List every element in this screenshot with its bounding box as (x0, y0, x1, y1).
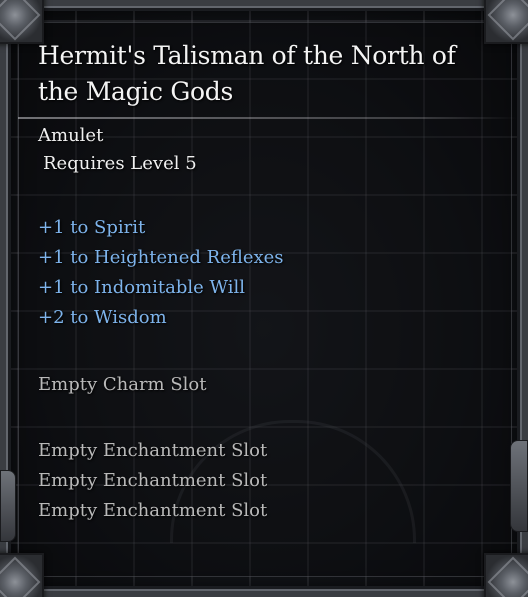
corner-ornament-bottom-left (0, 553, 44, 597)
title-divider (18, 117, 518, 119)
enchantment-slot: Empty Enchantment Slot (38, 470, 268, 491)
item-name: Hermit's Talisman of the North of the Ma… (38, 41, 456, 106)
stat-line: +2 to Wisdom (38, 307, 167, 328)
enchantment-slot-list: Empty Enchantment Slot Empty Enchantment… (38, 436, 498, 526)
edge-ornament-left (0, 470, 16, 542)
stat-line: +1 to Indomitable Will (38, 277, 246, 298)
charm-slot: Empty Charm Slot (38, 374, 207, 395)
item-tooltip: Hermit's Talisman of the North of the Ma… (0, 0, 528, 597)
corner-ornament-bottom-right (484, 553, 528, 597)
enchantment-slot: Empty Enchantment Slot (38, 500, 268, 521)
enchantment-slot: Empty Enchantment Slot (38, 440, 268, 461)
stat-line: +1 to Heightened Reflexes (38, 247, 284, 268)
edge-ornament-right (510, 440, 528, 532)
level-requirement: Requires Level 5 (43, 153, 197, 174)
tooltip-content: Hermit's Talisman of the North of the Ma… (18, 38, 518, 526)
stat-list: +1 to Spirit +1 to Heightened Reflexes +… (38, 213, 498, 333)
stat-line: +1 to Spirit (38, 217, 146, 238)
item-type: Amulet (38, 125, 104, 146)
